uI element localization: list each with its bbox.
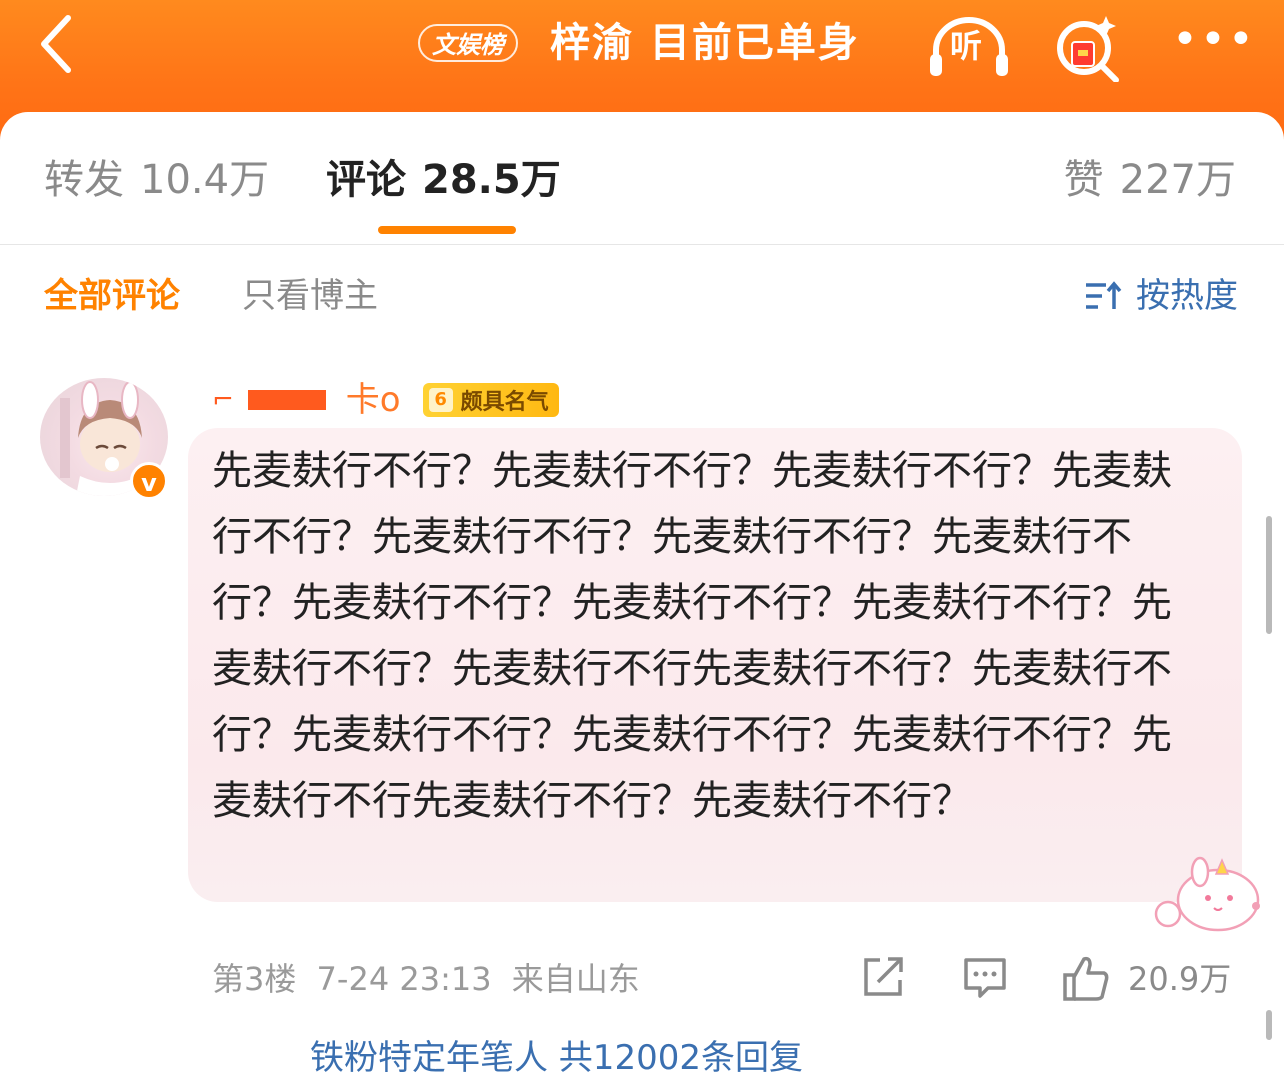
sort-label: 按热度 [1136, 276, 1238, 316]
comment-meta: 第3楼 7-24 23:13 来自山东 [212, 958, 650, 1000]
filter-bar: 全部评论 只看博主 按热度 [0, 244, 1284, 344]
tab-like-count: 227万 [1119, 157, 1236, 203]
comment-icon [964, 958, 1006, 998]
topic-badge[interactable]: 文娱榜 [418, 24, 518, 62]
tab-comment[interactable]: 评论 28.5万 [326, 154, 561, 206]
filter-all-comments[interactable]: 全部评论 [44, 274, 180, 318]
like-button[interactable]: 20.9万 [1062, 954, 1242, 1004]
filter-owner-only[interactable]: 只看博主 [242, 274, 378, 318]
search-hongbao-icon [1057, 16, 1119, 83]
share-button[interactable] [860, 954, 906, 1004]
listen-label: 听 [950, 27, 983, 65]
comment-text[interactable]: 先麦麸行不行？先麦麸行不行？先麦麸行不行？先麦麸行不行？先麦麸行不行？先麦麸行不… [212, 438, 1202, 834]
tab-repost-label: 转发 [44, 157, 124, 203]
tab-bar: 转发 10.4万 评论 28.5万 赞 227万 [0, 112, 1284, 245]
level-title: 颇具名气 [460, 390, 549, 415]
like-count: 20.9万 [1128, 960, 1232, 998]
sort-icon [1086, 281, 1122, 309]
username[interactable]: 卡o [346, 378, 401, 422]
more-button[interactable]: ••• [1172, 18, 1254, 64]
chevron-left-icon [41, 15, 71, 73]
search-hongbao-button[interactable] [1054, 12, 1124, 83]
active-tab-indicator [378, 226, 516, 234]
tab-comment-label: 评论 [326, 157, 406, 203]
bunny-sticker-icon [1154, 856, 1260, 932]
reply-button[interactable] [962, 954, 1008, 1004]
comment-location: 来自山东 [511, 960, 640, 998]
floor-number: 第3楼 [212, 960, 297, 998]
username-redaction [247, 390, 326, 410]
tab-repost[interactable]: 转发 10.4万 [44, 154, 269, 206]
scrollbar-thumb[interactable] [1266, 516, 1272, 634]
tab-like[interactable]: 赞 227万 [1064, 154, 1236, 206]
back-button[interactable] [30, 14, 90, 74]
comment-time: 7-24 23:13 [316, 960, 492, 998]
replies-link[interactable]: 铁粉特定年笔人 共12002条回复 [310, 1038, 803, 1078]
username-redaction-mark: ⌐ [212, 385, 234, 415]
tab-comment-count: 28.5万 [422, 157, 561, 203]
sort-by-hot-button[interactable]: 按热度 [1084, 274, 1238, 318]
level-badge[interactable]: 6 颇具名气 [422, 383, 559, 417]
username-row: ⌐ 卡o 6 颇具名气 [212, 378, 559, 422]
thumbs-up-icon [1063, 956, 1109, 1001]
scrollbar-thumb-lower[interactable] [1266, 1010, 1272, 1040]
tab-like-label: 赞 [1063, 157, 1104, 203]
share-icon [864, 957, 903, 996]
listen-button[interactable]: 听 [928, 14, 1010, 80]
tab-repost-count: 10.4万 [140, 157, 270, 203]
verified-badge: v [130, 462, 168, 500]
level-number: 6 [428, 388, 453, 412]
topic-title[interactable]: 梓渝 目前已单身 [550, 18, 860, 68]
